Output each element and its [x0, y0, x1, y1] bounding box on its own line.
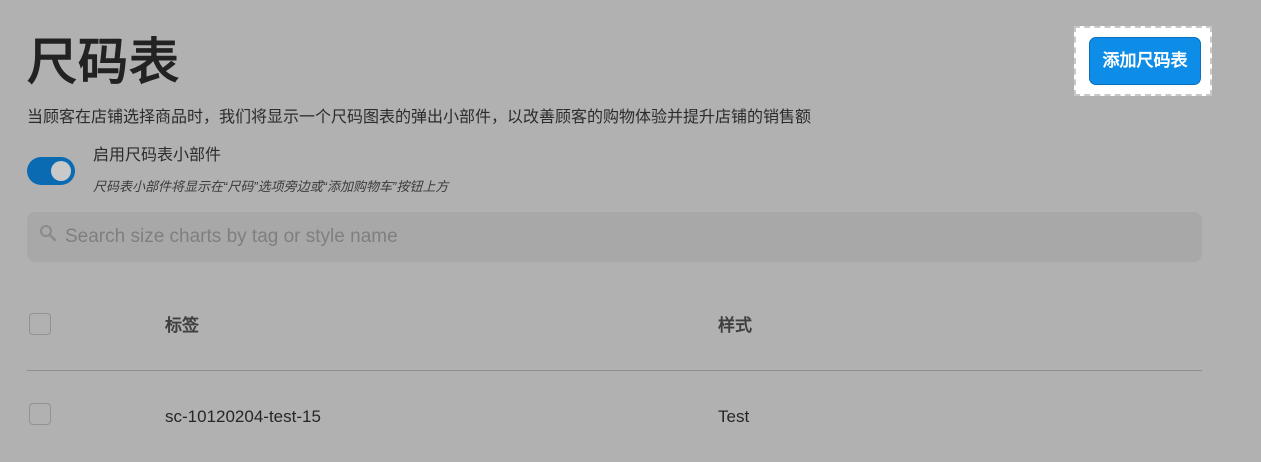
select-all-checkbox[interactable]: [29, 313, 51, 335]
widget-toggle-label: 启用尺码表小部件: [93, 147, 222, 164]
column-header-tag[interactable]: 标签: [165, 314, 199, 338]
column-header-style[interactable]: 样式: [718, 314, 752, 338]
search-input[interactable]: [65, 212, 1185, 262]
search-bar: [27, 212, 1202, 262]
widget-toggle-hint: 尺码表小部件将显示在“尺码”选项旁边或“添加购物车”按钮上方: [93, 179, 449, 194]
toggle-knob: [51, 161, 71, 181]
row-style: Test: [718, 407, 750, 426]
widget-enable-toggle[interactable]: [27, 157, 75, 185]
row-checkbox[interactable]: [29, 403, 51, 425]
row-tag[interactable]: sc-10120204-test-15: [165, 405, 321, 429]
search-icon: [40, 225, 57, 242]
page-description: 当顾客在店铺选择商品时，我们将显示一个尺码图表的弹出小部件，以改善顾客的购物体验…: [27, 109, 812, 126]
size-charts-page: 尺码表 添加尺码表 当顾客在店铺选择商品时，我们将显示一个尺码图表的弹出小部件，…: [0, 0, 1261, 462]
add-button-focus-frame: 添加尺码表: [1074, 26, 1212, 96]
add-size-chart-button[interactable]: 添加尺码表: [1089, 37, 1201, 85]
page-title: 尺码表: [27, 34, 180, 90]
table-header-divider: [27, 370, 1202, 371]
